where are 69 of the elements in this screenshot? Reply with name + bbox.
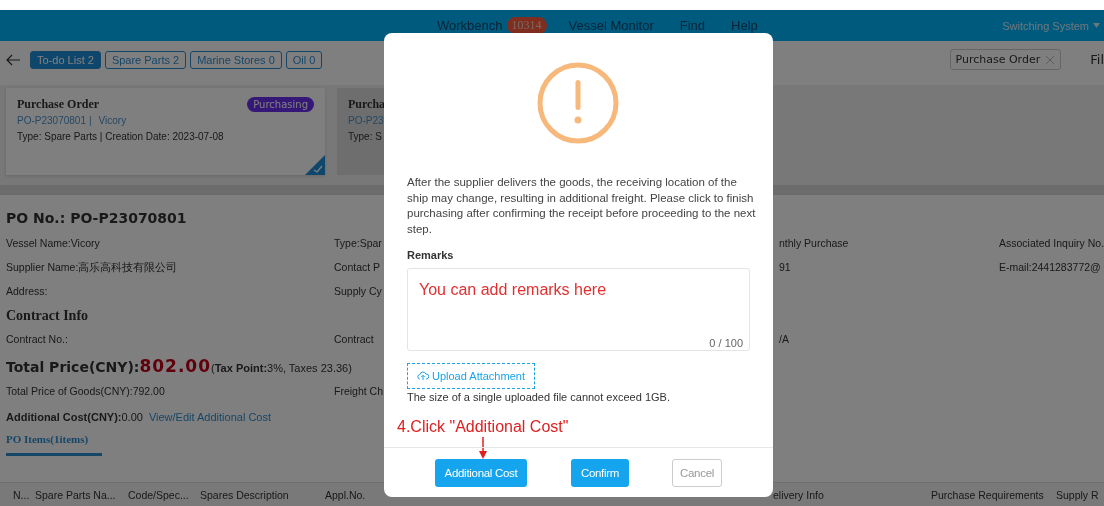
info-field: 91: [779, 261, 791, 273]
cloud-upload-icon: [417, 371, 429, 381]
info-field: Freight Ch: [334, 385, 384, 397]
column-header: Purchase Requirements: [931, 489, 1044, 501]
section-title: Contract Info: [6, 307, 90, 325]
column-header: Spare Parts Na...: [35, 489, 116, 501]
card-meta: Type: Spare Parts | Creation Date: 2023-07-08: [17, 131, 225, 142]
upload-note: The size of a single uploaded file cannot exceed 1GB.: [407, 391, 670, 403]
warning-icon: [537, 62, 619, 144]
column-header: Supply R: [1056, 489, 1099, 501]
info-field: /A: [779, 333, 789, 345]
status-badge: Purchasing: [247, 97, 314, 112]
column-header: elivery Info: [773, 489, 824, 501]
check-corner-icon: [305, 155, 325, 175]
dialog-button[interactable]: Confirm: [571, 459, 629, 487]
info-field: Vessel Name:Vicory: [6, 237, 100, 249]
remarks-label: Remarks: [407, 249, 454, 261]
order-card[interactable]: Purchase Order Purchasing PO-P23070801 | Vicory Type: Spare Parts | Creation Date: 2023-07-08: [6, 88, 325, 175]
column-header: Spares Description: [200, 489, 289, 501]
info-field: Contact P: [334, 261, 381, 273]
info-field: Contract No.:: [6, 333, 68, 345]
card-title: Purcha: [348, 97, 386, 112]
order-number[interactable]: PO-P23: [348, 115, 384, 126]
filter-tag[interactable]: Purchase Order: [949, 49, 1062, 70]
column-header: Appl.No.: [325, 489, 366, 501]
column-header: N...: [13, 489, 30, 501]
nav-item[interactable]: Help: [731, 18, 758, 33]
info-field: Address:: [6, 285, 48, 297]
order-number[interactable]: PO-P23070801: [17, 115, 86, 126]
dialog-button[interactable]: Cancel: [672, 459, 722, 487]
system-switcher[interactable]: Switching System: [1002, 19, 1100, 32]
nav-item[interactable]: Find: [679, 18, 706, 33]
column-header: Code/Spec...: [128, 489, 189, 501]
annotation-arrow: [479, 437, 487, 459]
filter-tag-label: Purchase Order: [955, 53, 1041, 66]
info-field: E-mail:2441283772@: [999, 261, 1101, 273]
filter-tab[interactable]: Marine Stores 0: [190, 50, 282, 69]
po-number-heading: PO No.: PO-P23070801: [6, 210, 187, 226]
char-counter: 0 / 100: [709, 337, 743, 349]
info-field: Type:Spar: [334, 237, 382, 249]
separator: |: [88, 115, 92, 126]
filter-tab[interactable]: Oil 0: [285, 50, 323, 69]
card-meta: Type: S: [348, 131, 383, 142]
info-field: nthly Purchase: [779, 237, 849, 249]
back-arrow-icon[interactable]: [6, 53, 20, 66]
additional-cost-label: Additional Cost(CNY):: [6, 411, 122, 423]
caret-icon: [1093, 23, 1100, 28]
nav-item[interactable]: Workbench: [437, 18, 503, 33]
filter-tab[interactable]: To-do List 2: [30, 50, 101, 69]
edit-cost-link[interactable]: View/Edit Additional Cost: [148, 411, 271, 423]
items-tab[interactable]: PO Items(1items): [6, 429, 102, 456]
total-label: Total Price(CNY):: [6, 359, 140, 375]
info-field: Supply Cy: [334, 285, 382, 297]
total-value: 802.00: [139, 356, 211, 376]
vessel-name[interactable]: Vicory: [98, 115, 127, 126]
dialog-button[interactable]: Additional Cost: [435, 459, 527, 487]
tax-note: (Tax Point:3%, Taxes 23.36): [211, 362, 352, 374]
upload-button[interactable]: Upload Attachment: [407, 363, 535, 389]
annotation-text: 4.Click "Additional Cost": [397, 418, 569, 436]
info-field: Supplier Name:高乐高科技有限公司: [6, 261, 178, 275]
card-title: Purchase Order: [17, 97, 100, 112]
info-field: Total Price of Goods(CNY):792.00: [6, 385, 165, 397]
info-field: Associated Inquiry No.: [999, 237, 1104, 249]
filter-tab[interactable]: Spare Parts 2: [104, 50, 187, 69]
additional-cost-value: 0.00: [121, 411, 143, 423]
dialog-message: After the supplier delivers the goods, the receiving location of the ship may change, resulting in additional freight. Please click to finish purchasing after confirming the receipt before proceeding to the next step.: [407, 175, 757, 237]
nav-item[interactable]: Vessel Monitor: [568, 18, 654, 33]
info-field: Contract: [334, 333, 374, 345]
filter-link[interactable]: Fil: [1090, 52, 1104, 67]
